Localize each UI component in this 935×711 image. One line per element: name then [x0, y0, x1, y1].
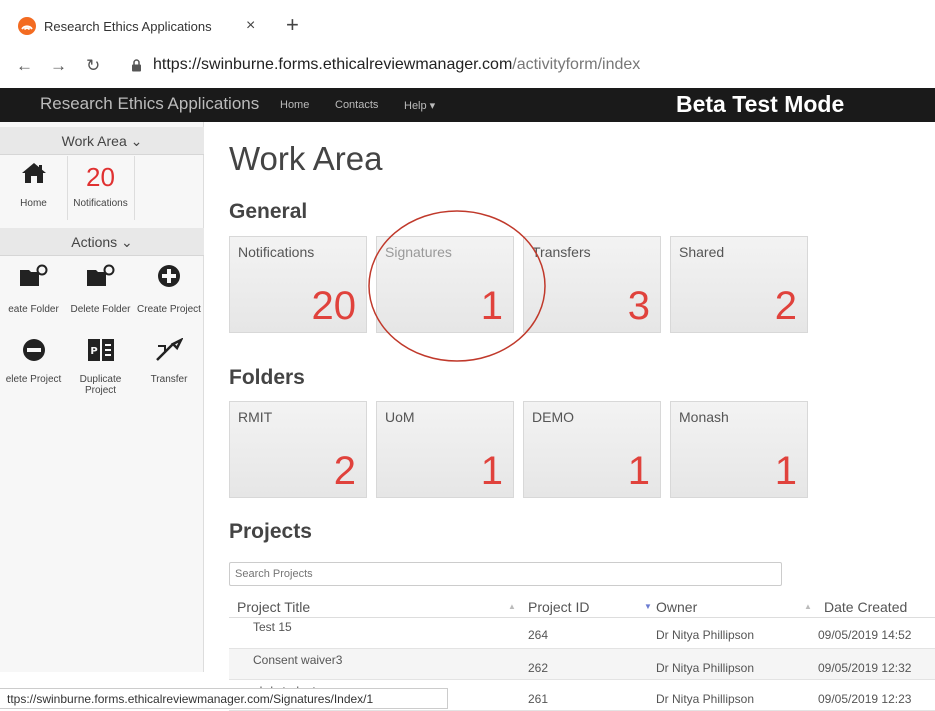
- tile-count: 1: [774, 449, 797, 493]
- sort-icon[interactable]: ▲: [508, 602, 516, 611]
- tile-label: Notifications: [238, 244, 315, 260]
- folder-delete-icon: [86, 264, 114, 286]
- tile-label: UoM: [385, 409, 415, 425]
- transfer-icon: [156, 338, 183, 361]
- nav-contacts-link[interactable]: Contacts: [335, 99, 378, 111]
- projects-section-title: Projects: [229, 520, 312, 543]
- grid-divider: [134, 156, 135, 220]
- tile-count: 1: [480, 449, 503, 493]
- tile-count: 2: [774, 284, 797, 328]
- cell-owner: Dr Nitya Phillipson: [656, 661, 755, 675]
- cell-owner: Dr Nitya Phillipson: [656, 628, 755, 642]
- duplicate-project-label: Duplicate Project: [79, 374, 122, 396]
- reload-icon[interactable]: ↻: [86, 56, 100, 76]
- folder-add-icon: [19, 264, 47, 286]
- create-project-label: Create Project: [137, 304, 201, 315]
- folder-tile-demo[interactable]: DEMO 1: [523, 401, 661, 498]
- address-bar: ← → ↻ https://swinburne.forms.ethicalrev…: [0, 46, 935, 86]
- delete-folder-button[interactable]: Delete Folder: [67, 258, 134, 324]
- tab-close-icon[interactable]: ×: [246, 17, 255, 35]
- cell-date: 09/05/2019 12:32: [818, 661, 912, 675]
- delete-folder-label: Delete Folder: [70, 304, 131, 315]
- cell-id: 264: [528, 628, 549, 642]
- tile-label: DEMO: [532, 409, 574, 425]
- svg-text:P: P: [90, 346, 97, 357]
- delete-project-button[interactable]: elete Project: [0, 328, 67, 398]
- cell-owner: Dr Nitya Phillipson: [656, 692, 755, 706]
- minus-circle-icon: [22, 339, 45, 361]
- transfer-label: Transfer: [150, 374, 188, 385]
- page-title: Work Area: [229, 140, 383, 177]
- tile-notifications[interactable]: Notifications 20: [229, 236, 367, 333]
- cell-id: 261: [528, 692, 549, 706]
- create-folder-label: eate Folder: [8, 304, 59, 315]
- create-project-button[interactable]: Create Project: [134, 258, 204, 324]
- nav-help-link[interactable]: Help ▾: [404, 99, 435, 112]
- delete-project-label: elete Project: [5, 374, 62, 385]
- projects-table-header: Project Title ▲ Project ID ▼ Owner ▲ Dat…: [229, 594, 935, 618]
- status-bar-url: ttps://swinburne.forms.ethicalreviewmana…: [0, 688, 448, 709]
- annotation-circle: [368, 210, 546, 362]
- tile-count: 1: [627, 449, 650, 493]
- nav-home-link[interactable]: Home: [280, 99, 309, 111]
- app-navbar: Research Ethics Applications Home Contac…: [0, 88, 935, 122]
- home-icon: [21, 163, 46, 183]
- actions-header[interactable]: Actions ⌄: [0, 228, 204, 256]
- tab-title: Research Ethics Applications: [44, 19, 212, 34]
- back-icon[interactable]: ←: [16, 56, 33, 76]
- transfer-button[interactable]: Transfer: [134, 328, 204, 398]
- search-projects-input[interactable]: [229, 562, 782, 586]
- tile-label: Shared: [679, 244, 725, 260]
- lock-icon: [132, 59, 141, 72]
- brand-link[interactable]: Research Ethics Applications: [40, 94, 259, 114]
- browser-tab[interactable]: Research Ethics Applications ×: [0, 12, 262, 44]
- cell-date: 09/05/2019 12:23: [818, 692, 912, 706]
- column-project-id[interactable]: Project ID: [528, 599, 589, 615]
- forward-icon[interactable]: →: [50, 56, 67, 76]
- sort-desc-icon[interactable]: ▼: [644, 602, 652, 611]
- tile-count: 20: [311, 284, 357, 328]
- beta-mode-label: Beta Test Mode: [676, 91, 845, 117]
- notifications-count: 20: [86, 162, 115, 192]
- sidebar-home-button[interactable]: Home: [0, 156, 67, 216]
- folders-section-title: Folders: [229, 366, 305, 389]
- cell-id: 262: [528, 661, 549, 675]
- work-area-header[interactable]: Work Area ⌄: [0, 127, 204, 155]
- column-project-title[interactable]: Project Title: [237, 599, 310, 615]
- browser-tab-bar: Research Ethics Applications × +: [0, 0, 935, 44]
- url-host: https://swinburne.forms.ethicalreviewman…: [153, 56, 513, 73]
- home-label: Home: [20, 198, 47, 209]
- tile-count: 3: [627, 284, 650, 328]
- url-path: /activityform/index: [512, 56, 641, 73]
- column-owner[interactable]: Owner: [656, 599, 697, 615]
- url-field[interactable]: https://swinburne.forms.ethicalreviewman…: [153, 56, 640, 74]
- tile-shared[interactable]: Shared 2: [670, 236, 808, 333]
- site-favicon-icon: [18, 17, 36, 35]
- sidebar: Work Area ⌄ Home 20 Notifications Action…: [0, 122, 204, 672]
- duplicate-project-button[interactable]: P Duplicate Project: [67, 328, 134, 398]
- tile-label: Monash: [679, 409, 729, 425]
- notifications-label: Notifications: [73, 198, 128, 209]
- sidebar-notifications-button[interactable]: 20 Notifications: [67, 156, 134, 216]
- general-section-title: General: [229, 200, 308, 223]
- column-date-created[interactable]: Date Created: [824, 599, 907, 615]
- tile-count: 2: [333, 449, 356, 493]
- duplicate-icon: P: [87, 339, 114, 361]
- folder-tile-rmit[interactable]: RMIT 2: [229, 401, 367, 498]
- folder-tile-monash[interactable]: Monash 1: [670, 401, 808, 498]
- new-tab-icon[interactable]: +: [286, 14, 299, 36]
- table-row[interactable]: Test 15 264 Dr Nitya Phillipson 09/05/20…: [229, 618, 935, 649]
- cell-title: Test 15: [253, 620, 292, 634]
- table-row[interactable]: Consent waiver3 262 Dr Nitya Phillipson …: [229, 649, 935, 680]
- plus-circle-icon: [158, 265, 180, 287]
- cell-date: 09/05/2019 14:52: [818, 628, 912, 642]
- cell-title: Consent waiver3: [253, 653, 343, 667]
- create-folder-button[interactable]: eate Folder: [0, 258, 67, 324]
- grid-divider: [67, 156, 68, 220]
- folder-tile-uom[interactable]: UoM 1: [376, 401, 514, 498]
- sort-icon[interactable]: ▲: [804, 602, 812, 611]
- tile-label: RMIT: [238, 409, 273, 425]
